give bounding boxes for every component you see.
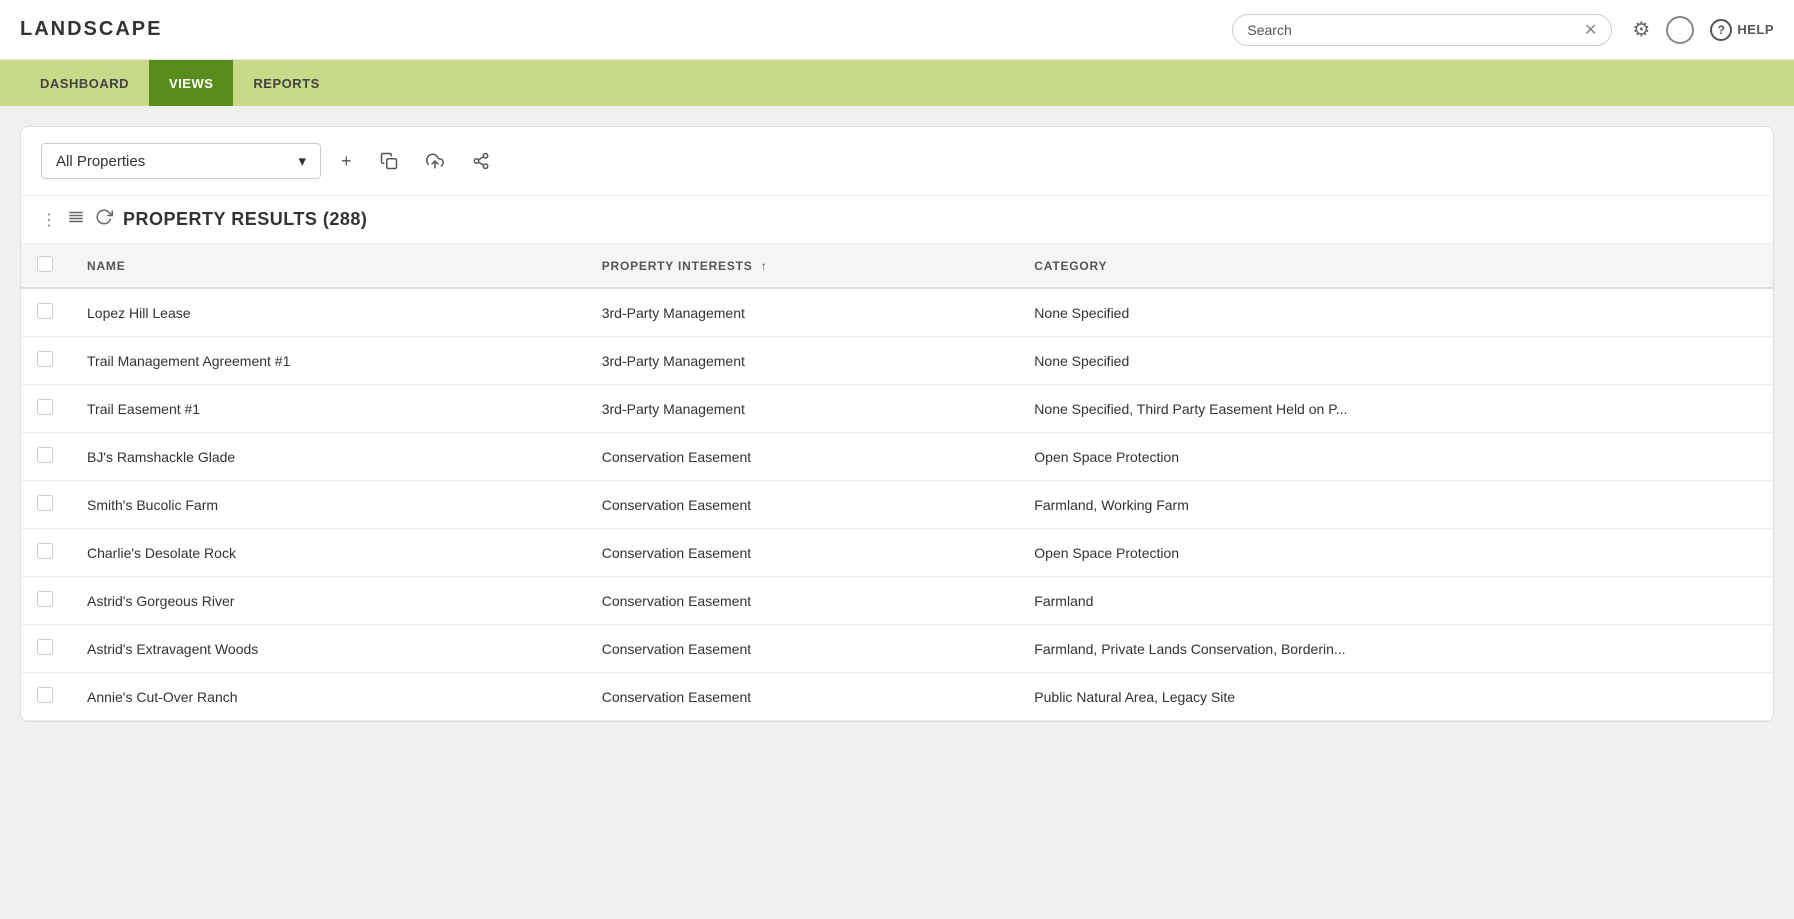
table-row: Charlie's Desolate Rock Conservation Eas… [21, 529, 1773, 577]
select-all-checkbox[interactable] [37, 256, 53, 272]
properties-table: NAME PROPERTY INTERESTS ↑ CATEGORY Lopez… [21, 244, 1773, 721]
row-checkbox[interactable] [37, 591, 53, 607]
upload-button[interactable] [418, 148, 452, 174]
content-card: All Properties ▾ + [20, 126, 1774, 722]
sort-arrow-icon: ↑ [761, 259, 768, 273]
row-category: None Specified [1018, 288, 1773, 337]
row-checkbox-cell[interactable] [21, 529, 71, 577]
row-name[interactable]: Astrid's Gorgeous River [71, 577, 586, 625]
row-category: None Specified [1018, 337, 1773, 385]
table-row: Smith's Bucolic Farm Conservation Easeme… [21, 481, 1773, 529]
row-category: Open Space Protection [1018, 433, 1773, 481]
nav-item-reports[interactable]: REPORTS [233, 60, 339, 106]
share-icon [472, 152, 490, 170]
row-category: Farmland, Private Lands Conservation, Bo… [1018, 625, 1773, 673]
row-category: Farmland, Working Farm [1018, 481, 1773, 529]
row-name[interactable]: Trail Easement #1 [71, 385, 586, 433]
name-column-header[interactable]: NAME [71, 244, 586, 288]
row-checkbox-cell[interactable] [21, 481, 71, 529]
copy-button[interactable] [372, 148, 406, 174]
row-interests: Conservation Easement [586, 577, 1019, 625]
table-header-row: NAME PROPERTY INTERESTS ↑ CATEGORY [21, 244, 1773, 288]
category-column-header[interactable]: CATEGORY [1018, 244, 1773, 288]
nav-item-views[interactable]: VIEWS [149, 60, 233, 106]
upload-icon [426, 152, 444, 170]
row-interests: Conservation Easement [586, 481, 1019, 529]
row-checkbox[interactable] [37, 303, 53, 319]
row-name[interactable]: Charlie's Desolate Rock [71, 529, 586, 577]
header-icons: ⚙ ? HELP [1632, 16, 1774, 44]
row-checkbox[interactable] [37, 543, 53, 559]
add-button[interactable]: + [333, 147, 360, 176]
table-row: Lopez Hill Lease 3rd-Party Management No… [21, 288, 1773, 337]
clear-search-icon[interactable]: ✕ [1584, 20, 1597, 40]
row-checkbox-cell[interactable] [21, 625, 71, 673]
nav-bar: DASHBOARD VIEWS REPORTS [0, 60, 1794, 106]
row-interests: Conservation Easement [586, 433, 1019, 481]
row-category: Open Space Protection [1018, 529, 1773, 577]
dots-icon[interactable]: ⋮ [41, 210, 57, 230]
row-interests: 3rd-Party Management [586, 385, 1019, 433]
help-label: HELP [1737, 22, 1774, 37]
row-category: Public Natural Area, Legacy Site [1018, 673, 1773, 721]
main-content: All Properties ▾ + [0, 106, 1794, 742]
help-button[interactable]: ? HELP [1710, 19, 1774, 41]
view-dropdown-label: All Properties [56, 153, 145, 170]
copy-icon [380, 152, 398, 170]
row-name[interactable]: BJ's Ramshackle Glade [71, 433, 586, 481]
row-checkbox-cell[interactable] [21, 385, 71, 433]
row-interests: Conservation Easement [586, 625, 1019, 673]
row-checkbox[interactable] [37, 639, 53, 655]
table-row: BJ's Ramshackle Glade Conservation Easem… [21, 433, 1773, 481]
row-category: Farmland [1018, 577, 1773, 625]
chevron-down-icon: ▾ [298, 152, 306, 170]
row-interests: 3rd-Party Management [586, 337, 1019, 385]
table-row: Trail Management Agreement #1 3rd-Party … [21, 337, 1773, 385]
table-row: Astrid's Extravagent Woods Conservation … [21, 625, 1773, 673]
row-name[interactable]: Trail Management Agreement #1 [71, 337, 586, 385]
checkbox-header[interactable] [21, 244, 71, 288]
row-name[interactable]: Lopez Hill Lease [71, 288, 586, 337]
app-header: LANDSCAPE ✕ ⚙ ? HELP [0, 0, 1794, 60]
row-name[interactable]: Astrid's Extravagent Woods [71, 625, 586, 673]
app-logo: LANDSCAPE [20, 18, 162, 41]
interests-column-header[interactable]: PROPERTY INTERESTS ↑ [586, 244, 1019, 288]
search-bar[interactable]: ✕ [1232, 14, 1612, 46]
row-checkbox[interactable] [37, 447, 53, 463]
row-checkbox[interactable] [37, 399, 53, 415]
table-row: Astrid's Gorgeous River Conservation Eas… [21, 577, 1773, 625]
help-circle-icon: ? [1710, 19, 1732, 41]
row-checkbox[interactable] [37, 495, 53, 511]
row-checkbox-cell[interactable] [21, 288, 71, 337]
share-button[interactable] [464, 148, 498, 174]
row-checkbox-cell[interactable] [21, 337, 71, 385]
row-checkbox[interactable] [37, 687, 53, 703]
row-interests: Conservation Easement [586, 673, 1019, 721]
row-checkbox[interactable] [37, 351, 53, 367]
toolbar: All Properties ▾ + [21, 127, 1773, 196]
columns-icon[interactable] [67, 208, 85, 231]
row-checkbox-cell[interactable] [21, 673, 71, 721]
row-category: None Specified, Third Party Easement Hel… [1018, 385, 1773, 433]
row-checkbox-cell[interactable] [21, 577, 71, 625]
search-input[interactable] [1247, 22, 1578, 38]
gear-icon[interactable]: ⚙ [1632, 17, 1650, 42]
row-interests: 3rd-Party Management [586, 288, 1019, 337]
user-icon[interactable] [1666, 16, 1694, 44]
table-row: Trail Easement #1 3rd-Party Management N… [21, 385, 1773, 433]
row-name[interactable]: Annie's Cut-Over Ranch [71, 673, 586, 721]
refresh-icon[interactable] [95, 208, 113, 231]
section-header: ⋮ PROPERTY RESULTS (288) [21, 196, 1773, 244]
row-checkbox-cell[interactable] [21, 433, 71, 481]
table-row: Annie's Cut-Over Ranch Conservation Ease… [21, 673, 1773, 721]
row-name[interactable]: Smith's Bucolic Farm [71, 481, 586, 529]
row-interests: Conservation Easement [586, 529, 1019, 577]
nav-item-dashboard[interactable]: DASHBOARD [20, 60, 149, 106]
section-title: PROPERTY RESULTS (288) [123, 209, 367, 230]
view-dropdown[interactable]: All Properties ▾ [41, 143, 321, 179]
